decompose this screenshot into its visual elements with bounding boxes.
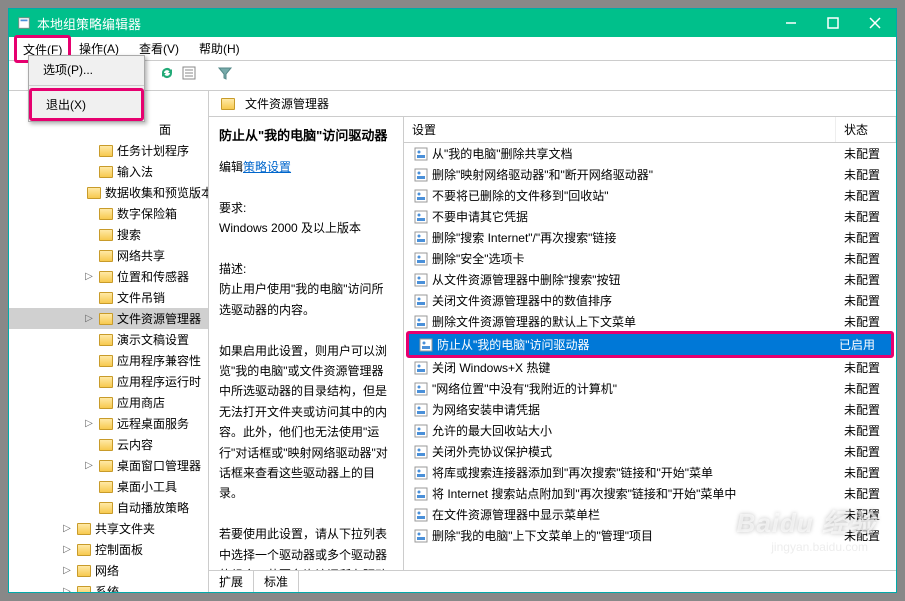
policy-icon	[414, 466, 428, 480]
tree-item[interactable]: ▷网络	[9, 560, 208, 581]
tree-item[interactable]: ▷系统	[9, 581, 208, 592]
main-header-title: 文件资源管理器	[245, 95, 329, 112]
tree-item[interactable]: 云内容	[9, 434, 208, 455]
list-row[interactable]: 不要申请其它凭据未配置	[404, 206, 896, 227]
tree-item[interactable]: 搜索	[9, 224, 208, 245]
policy-icon	[414, 445, 428, 459]
policy-icon	[414, 382, 428, 396]
tree-item[interactable]: ▷控制面板	[9, 539, 208, 560]
tree-item[interactable]: 应用程序兼容性	[9, 350, 208, 371]
settings-list[interactable]: 设置 状态 从"我的电脑"删除共享文档未配置删除"映射网络驱动器"和"断开网络驱…	[404, 117, 896, 570]
col-setting[interactable]: 设置	[404, 117, 836, 142]
list-row[interactable]: 关闭 Windows+X 热键未配置	[404, 357, 896, 378]
tree-item[interactable]: ▷远程桌面服务	[9, 413, 208, 434]
list-row[interactable]: 为网络安装申请凭据未配置	[404, 399, 896, 420]
app-icon	[17, 16, 31, 30]
policy-icon	[414, 424, 428, 438]
list-row[interactable]: 删除"映射网络驱动器"和"断开网络驱动器"未配置	[404, 164, 896, 185]
list-row[interactable]: 将 Internet 搜索站点附加到"再次搜索"链接和"开始"菜单中未配置	[404, 483, 896, 504]
list-row[interactable]: 删除"搜索 Internet"/"再次搜索"链接未配置	[404, 227, 896, 248]
policy-icon	[414, 487, 428, 501]
tree-item[interactable]: 输入法	[9, 161, 208, 182]
policy-icon	[414, 294, 428, 308]
filter-icon[interactable]	[217, 65, 233, 86]
list-row[interactable]: 关闭外壳协议保护模式未配置	[404, 441, 896, 462]
properties-icon[interactable]	[181, 65, 197, 86]
policy-icon	[414, 403, 428, 417]
minimize-button[interactable]	[770, 9, 812, 37]
policy-title: 防止从"我的电脑"访问驱动器	[219, 125, 393, 147]
list-row[interactable]: 从文件资源管理器中删除"搜索"按钮未配置	[404, 269, 896, 290]
policy-icon	[414, 231, 428, 245]
folder-icon	[221, 98, 235, 110]
nav-tree[interactable]: 面 任务计划程序输入法数据收集和预览版本数字保险箱搜索网络共享▷位置和传感器文件…	[9, 91, 209, 592]
tree-item[interactable]: ▷位置和传感器	[9, 266, 208, 287]
list-row[interactable]: 从"我的电脑"删除共享文档未配置	[404, 143, 896, 164]
tree-item[interactable]: 应用商店	[9, 392, 208, 413]
maximize-button[interactable]	[812, 9, 854, 37]
tree-item[interactable]: 应用程序运行时	[9, 371, 208, 392]
tree-item[interactable]: 数据收集和预览版本	[9, 182, 208, 203]
tree-item[interactable]: 演示文稿设置	[9, 329, 208, 350]
list-row[interactable]: 不要将已删除的文件移到"回收站"未配置	[404, 185, 896, 206]
list-row[interactable]: 在文件资源管理器中显示菜单栏未配置	[404, 504, 896, 525]
menu-help[interactable]: 帮助(H)	[189, 37, 250, 60]
tree-item-peek[interactable]: 面	[9, 119, 208, 140]
edit-policy-link[interactable]: 策略设置	[243, 160, 291, 174]
window-title: 本地组策略编辑器	[37, 14, 770, 33]
policy-icon	[414, 168, 428, 182]
policy-icon	[414, 529, 428, 543]
list-row[interactable]: 防止从"我的电脑"访问驱动器已启用	[409, 334, 891, 355]
tree-item[interactable]: 自动播放策略	[9, 497, 208, 518]
tree-item[interactable]: ▷共享文件夹	[9, 518, 208, 539]
list-row[interactable]: "网络位置"中没有"我附近的计算机"未配置	[404, 378, 896, 399]
description-pane: 防止从"我的电脑"访问驱动器 编辑策略设置 要求: Windows 2000 及…	[209, 117, 404, 570]
list-row[interactable]: 删除"我的电脑"上下文菜单上的"管理"项目未配置	[404, 525, 896, 546]
list-row[interactable]: 将库或搜索连接器添加到"再次搜索"链接和"开始"菜单未配置	[404, 462, 896, 483]
policy-icon	[414, 210, 428, 224]
tree-item[interactable]: 网络共享	[9, 245, 208, 266]
refresh-icon[interactable]	[159, 65, 175, 86]
menu-options[interactable]: 选项(P)...	[29, 56, 144, 83]
policy-icon	[414, 508, 428, 522]
close-button[interactable]	[854, 9, 896, 37]
list-row[interactable]: 删除文件资源管理器的默认上下文菜单未配置	[404, 311, 896, 332]
policy-icon	[414, 189, 428, 203]
policy-icon	[414, 361, 428, 375]
policy-icon	[414, 273, 428, 287]
list-row[interactable]: 允许的最大回收站大小未配置	[404, 420, 896, 441]
policy-icon	[419, 338, 433, 352]
tree-item[interactable]: ▷文件资源管理器	[9, 308, 208, 329]
tree-item[interactable]: 任务计划程序	[9, 140, 208, 161]
tab-standard[interactable]: 标准	[254, 571, 299, 592]
policy-icon	[414, 147, 428, 161]
file-menu-dropdown: 选项(P)... 退出(X)	[28, 55, 145, 122]
policy-icon	[414, 252, 428, 266]
list-row[interactable]: 删除"安全"选项卡未配置	[404, 248, 896, 269]
col-status[interactable]: 状态	[836, 117, 896, 142]
tree-item[interactable]: ▷桌面窗口管理器	[9, 455, 208, 476]
tab-extended[interactable]: 扩展	[209, 571, 254, 592]
list-row[interactable]: 关闭文件资源管理器中的数值排序未配置	[404, 290, 896, 311]
policy-icon	[414, 315, 428, 329]
tree-item[interactable]: 数字保险箱	[9, 203, 208, 224]
menu-exit[interactable]: 退出(X)	[29, 88, 144, 121]
tree-item[interactable]: 桌面小工具	[9, 476, 208, 497]
tree-item[interactable]: 文件吊销	[9, 287, 208, 308]
